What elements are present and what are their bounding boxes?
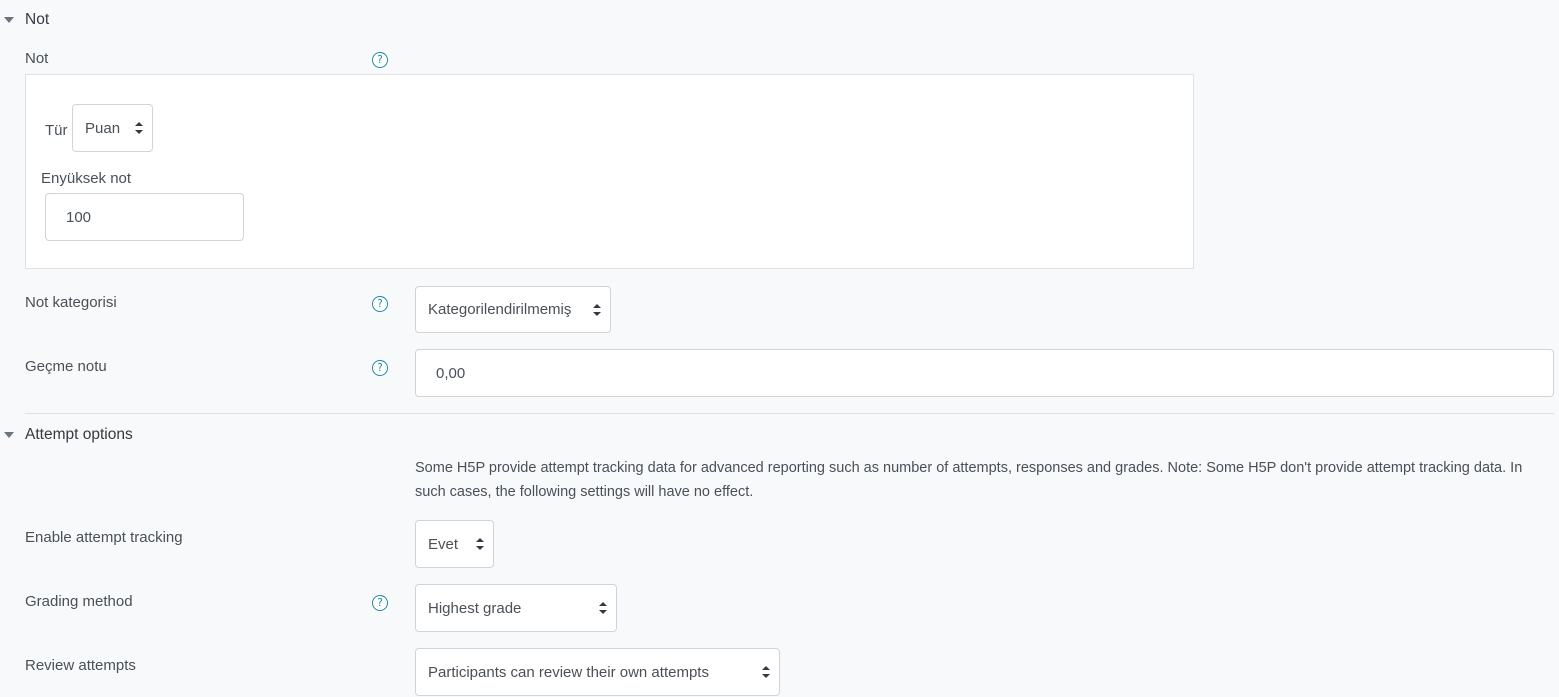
pass-grade-value: 0,00 [436,364,466,382]
max-grade-input[interactable]: 100 [45,193,244,241]
grade-type-label: Tür [45,122,68,139]
caret-down-icon [4,432,14,438]
max-grade-value: 100 [66,208,92,226]
attempt-section-toggle[interactable]: Attempt options [4,425,133,445]
help-icon[interactable]: ? [372,296,388,312]
sort-arrows-icon [762,666,770,678]
pass-grade-label: Geçme notu [25,358,107,375]
grade-category-select[interactable]: Kategorilendirilmemiş [415,286,611,333]
max-grade-label: Enyüksek not [41,170,132,187]
help-icon[interactable]: ? [372,595,388,611]
grade-section-title: Not [25,11,50,28]
attempt-section-title: Attempt options [25,426,133,443]
section-divider [25,413,1554,414]
tracking-label: Enable attempt tracking [25,529,183,546]
sort-arrows-icon [135,122,143,134]
grade-section-toggle[interactable]: Not [4,10,49,30]
review-attempts-select[interactable]: Participants can review their own attemp… [415,648,780,696]
sort-arrows-icon [476,538,484,550]
sort-arrows-icon [599,602,607,614]
grade-type-select[interactable]: Puan [72,104,153,152]
grading-method-label: Grading method [25,593,133,610]
grade-category-value: Kategorilendirilmemiş [428,301,572,318]
grade-category-label: Not kategorisi [25,294,117,311]
grade-label: Not [25,50,49,67]
review-attempts-label: Review attempts [25,657,136,674]
review-attempts-value: Participants can review their own attemp… [428,663,709,681]
help-icon[interactable]: ? [372,360,388,376]
grade-type-value: Puan [85,119,121,137]
tracking-value: Evet [428,535,459,553]
help-icon[interactable]: ? [372,52,388,68]
sort-arrows-icon [593,303,601,316]
attempt-tracking-note: Some H5P provide attempt tracking data f… [415,460,1523,500]
grading-method-value: Highest grade [428,599,522,617]
pass-grade-input[interactable]: 0,00 [415,349,1554,397]
tracking-select[interactable]: Evet [415,520,494,568]
caret-down-icon [4,17,14,23]
grading-method-select[interactable]: Highest grade [415,584,617,632]
